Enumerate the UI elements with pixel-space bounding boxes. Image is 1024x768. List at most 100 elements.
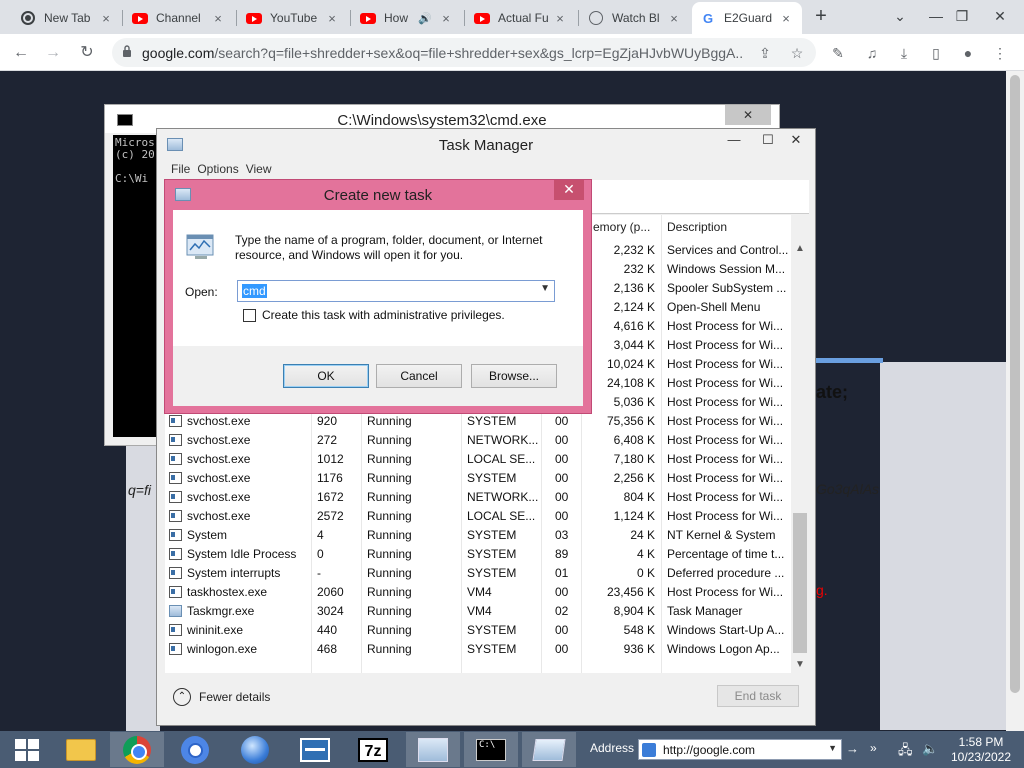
- go-arrow-icon[interactable]: →: [846, 741, 859, 756]
- chevron-down-icon[interactable]: ▼: [540, 283, 550, 294]
- back-arrow-icon[interactable]: ←: [8, 40, 34, 66]
- menu-kebab-icon[interactable]: ⋮: [990, 43, 1010, 63]
- tab-how[interactable]: How 🔊 ×: [352, 4, 462, 32]
- open-combobox[interactable]: cmd ▼: [237, 280, 555, 302]
- tab-close-icon[interactable]: ×: [438, 11, 454, 26]
- ie-page-icon: [642, 743, 656, 757]
- admin-privileges-checkbox[interactable]: Create this task with administrative pri…: [243, 308, 505, 322]
- process-list-scrollbar-thumb[interactable]: [793, 513, 807, 653]
- taskbar-address-input[interactable]: http://google.com ▼: [638, 739, 842, 760]
- reload-icon[interactable]: ↻: [74, 40, 100, 66]
- column-header-memory[interactable]: Memory (p...: [583, 220, 650, 234]
- process-status: Running: [367, 585, 412, 599]
- chevron-down-icon[interactable]: ▼: [828, 743, 837, 753]
- close-window-button[interactable]: ✕: [980, 2, 1020, 30]
- dialog-close-button[interactable]: ✕: [554, 180, 584, 200]
- start-button[interactable]: [0, 732, 54, 767]
- taskbar-internet-explorer[interactable]: [228, 732, 282, 767]
- end-task-button[interactable]: End task: [717, 685, 799, 707]
- process-row[interactable]: svchost.exe 920 Running SYSTEM 00 75,356 K Hos…: [165, 412, 791, 431]
- process-row[interactable]: winlogon.exe 468 Running SYSTEM 00 936 K Windo…: [165, 640, 791, 659]
- profile-avatar-icon[interactable]: ●: [958, 43, 978, 63]
- taskbar-chrome[interactable]: [110, 732, 164, 767]
- lock-icon: [123, 45, 131, 57]
- volume-icon[interactable]: 🔈: [922, 741, 938, 757]
- process-row[interactable]: System 4 Running SYSTEM 03 24 K NT Kernel & Sy…: [165, 526, 791, 545]
- taskbar-task-manager[interactable]: [406, 732, 460, 767]
- browser-toolbar: ← → ↻ google.com/search?q=file+shredder+…: [0, 34, 1024, 71]
- process-row[interactable]: svchost.exe 2572 Running LOCAL SE... 00 1,124…: [165, 507, 791, 526]
- toolbar-overflow-icon[interactable]: »: [870, 741, 877, 755]
- create-new-task-dialog[interactable]: Create new task ✕ Type the name of a pro…: [164, 179, 592, 414]
- tab-youtube[interactable]: YouTube ×: [238, 4, 348, 32]
- tab-actual[interactable]: Actual Fu ×: [466, 4, 576, 32]
- process-row[interactable]: svchost.exe 1176 Running SYSTEM 00 2,256 K Hos…: [165, 469, 791, 488]
- cmd-console[interactable]: Micros (c) 20 C:\Wi: [113, 135, 157, 437]
- audio-playing-icon[interactable]: 🔊: [418, 12, 432, 25]
- cancel-button[interactable]: Cancel: [376, 364, 462, 388]
- tab-search-icon[interactable]: ⌄: [880, 2, 920, 30]
- tab-close-icon[interactable]: ×: [666, 11, 682, 26]
- share-icon[interactable]: ⇪: [756, 44, 774, 62]
- menu-file[interactable]: File: [157, 159, 197, 176]
- tab-close-icon[interactable]: ×: [324, 11, 340, 26]
- address-bar[interactable]: google.com/search?q=file+shredder+sex&oq…: [112, 38, 816, 67]
- minimize-button[interactable]: —: [717, 129, 751, 151]
- taskbar-app-window[interactable]: [288, 732, 342, 767]
- tab-watch[interactable]: Watch Bl ×: [580, 4, 690, 32]
- restore-button[interactable]: ❐: [942, 2, 982, 30]
- page-scrollbar[interactable]: [1006, 71, 1024, 731]
- network-icon[interactable]: 🖧: [898, 741, 913, 763]
- tab-e2guardian[interactable]: G E2Guard ×: [692, 2, 802, 34]
- process-row[interactable]: System Idle Process 0 Running SYSTEM 89 4 K Pe…: [165, 545, 791, 564]
- process-row[interactable]: Taskmgr.exe 3024 Running VM4 02 8,904 K Task M…: [165, 602, 791, 621]
- taskbar-chrome-profile[interactable]: [168, 732, 222, 767]
- taskbar-7zip[interactable]: 7z: [346, 732, 400, 767]
- scroll-down-icon[interactable]: ▼: [791, 657, 809, 673]
- menu-view[interactable]: View: [246, 159, 279, 176]
- column-header-description[interactable]: Description: [667, 220, 727, 234]
- taskbar-address-value[interactable]: http://google.com: [663, 743, 755, 757]
- dialog-titlebar[interactable]: Create new task: [165, 180, 591, 210]
- media-queue-icon[interactable]: ♫: [862, 43, 882, 63]
- forward-arrow-icon[interactable]: →: [40, 40, 66, 66]
- process-row[interactable]: svchost.exe 272 Running NETWORK... 00 6,408 K…: [165, 431, 791, 450]
- bookmark-star-icon[interactable]: ☆: [788, 44, 806, 62]
- process-row[interactable]: wininit.exe 440 Running SYSTEM 00 548 K Window…: [165, 621, 791, 640]
- open-input-value[interactable]: cmd: [242, 284, 267, 298]
- menu-options[interactable]: Options: [197, 159, 245, 176]
- tab-close-icon[interactable]: ×: [210, 11, 226, 26]
- process-row[interactable]: System interrupts - Running SYSTEM 01 0 K Defe…: [165, 564, 791, 583]
- extension-icon[interactable]: ✎: [828, 43, 848, 63]
- new-tab-button[interactable]: +: [811, 6, 831, 26]
- tab-close-icon[interactable]: ×: [552, 11, 568, 26]
- browse-button[interactable]: Browse...: [471, 364, 557, 388]
- process-row[interactable]: svchost.exe 1012 Running LOCAL SE... 00 7,180…: [165, 450, 791, 469]
- process-user: VM4: [467, 585, 492, 599]
- taskbar-cmd[interactable]: C:\: [464, 732, 518, 767]
- page-scrollbar-thumb[interactable]: [1010, 75, 1020, 693]
- task-manager-titlebar[interactable]: Task Manager — ☐ ✕: [157, 129, 815, 159]
- cmd-close-button[interactable]: ✕: [725, 105, 771, 125]
- ok-button[interactable]: OK: [283, 364, 369, 388]
- taskbar-file-explorer[interactable]: [54, 732, 108, 767]
- taskbar-run-dialog[interactable]: [522, 732, 576, 767]
- fewer-details-button[interactable]: ⌃ Fewer details: [173, 686, 270, 708]
- process-list-scrollbar[interactable]: ▲ ▼: [791, 241, 809, 673]
- side-panel-icon[interactable]: ▯: [926, 43, 946, 63]
- system-clock[interactable]: 1:58 PM 10/23/2022: [944, 735, 1018, 765]
- tab-new-tab[interactable]: New Tab ×: [12, 4, 122, 32]
- close-button[interactable]: ✕: [779, 129, 813, 151]
- tab-close-icon[interactable]: ×: [778, 11, 794, 26]
- scroll-up-icon[interactable]: ▲: [791, 241, 809, 257]
- tab-channel[interactable]: Channel ×: [124, 4, 234, 32]
- process-row[interactable]: taskhostex.exe 2060 Running VM4 00 23,456 K Ho…: [165, 583, 791, 602]
- url-host: google.com: [142, 45, 215, 61]
- download-icon[interactable]: ⤓: [894, 43, 914, 63]
- checkbox-box[interactable]: [243, 308, 256, 322]
- tab-close-icon[interactable]: ×: [98, 11, 114, 26]
- process-row[interactable]: svchost.exe 1672 Running NETWORK... 00 804 K H…: [165, 488, 791, 507]
- process-cpu: 02: [555, 604, 569, 618]
- process-pid: 4: [317, 528, 324, 542]
- process-pid: 1176: [317, 471, 343, 485]
